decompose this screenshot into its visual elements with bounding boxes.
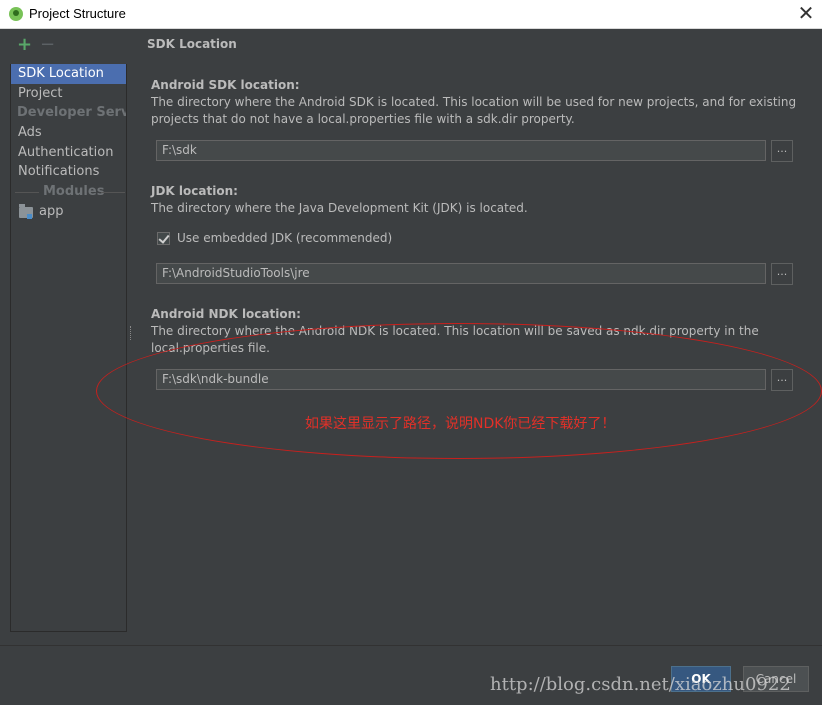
sidebar-item-sdk-location[interactable]: SDK Location [11, 64, 126, 84]
android-sdk-path-field[interactable]: F:\sdk [156, 140, 766, 161]
page-title: SDK Location [147, 37, 237, 51]
divider [15, 192, 39, 193]
sidebar-item-project[interactable]: Project [11, 84, 126, 104]
sidebar: + − SDK Location Project Developer Servi… [10, 28, 127, 632]
remove-icon[interactable]: − [40, 36, 55, 54]
window-title: Project Structure [29, 6, 126, 21]
module-folder-icon [19, 204, 33, 219]
footer-divider [0, 645, 822, 646]
sidebar-item-developer-services: Developer Servi... [17, 105, 126, 120]
annotation-ellipse [96, 323, 822, 459]
android-sdk-label: Android SDK location: [151, 78, 300, 92]
splitter-handle[interactable] [130, 326, 133, 340]
sidebar-item-notifications[interactable]: Notifications [11, 162, 126, 182]
watermark: http://blog.csdn.net/xiaozhu0922 [490, 674, 791, 695]
jdk-path-field[interactable]: F:\AndroidStudioTools\jre [156, 263, 766, 284]
android-studio-icon [9, 7, 23, 21]
sidebar-item-authentication[interactable]: Authentication [11, 143, 126, 163]
embedded-jdk-checkbox-label[interactable]: Use embedded JDK (recommended) [177, 231, 392, 245]
sidebar-item-app[interactable]: app [11, 202, 126, 222]
jdk-browse-button[interactable]: ... [771, 263, 793, 285]
android-sdk-description: The directory where the Android SDK is l… [151, 95, 797, 126]
close-icon[interactable]: ✕ [796, 2, 816, 24]
android-sdk-browse-button[interactable]: ... [771, 140, 793, 162]
annotation-text: 如果这里显示了路径，说明NDK你已经下载好了！ [305, 416, 616, 432]
jdk-description: The directory where the Java Development… [151, 201, 528, 215]
divider [101, 192, 125, 193]
modules-label: Modules [43, 184, 105, 199]
android-ndk-label: Android NDK location: [151, 307, 301, 321]
title-bar: Project Structure ✕ [0, 0, 822, 29]
embedded-jdk-checkbox[interactable] [157, 232, 170, 245]
jdk-label: JDK location: [151, 184, 238, 198]
sidebar-item-ads[interactable]: Ads [11, 123, 126, 143]
sidebar-item-label: app [39, 204, 64, 219]
modules-separator: Modules [11, 182, 126, 202]
add-icon[interactable]: + [17, 36, 32, 54]
